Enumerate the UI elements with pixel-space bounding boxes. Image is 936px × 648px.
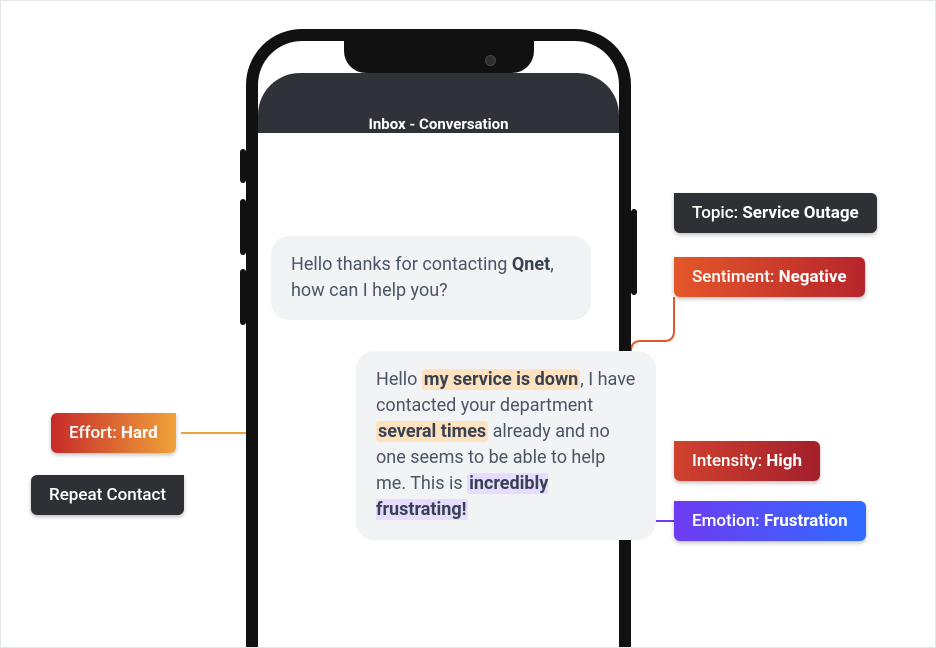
front-camera-icon [485, 55, 496, 66]
tag-effort-label: Effort: [69, 423, 121, 443]
tag-sentiment: Sentiment: Negative [674, 257, 865, 297]
tag-repeat-label: Repeat Contact [49, 485, 166, 505]
tag-intensity-value: High [766, 451, 802, 471]
tag-effort: Effort: Hard [51, 413, 176, 453]
customer-message-bubble: Hello my service is down, I have contact… [356, 351, 656, 540]
tag-repeat-contact: Repeat Contact [31, 475, 184, 515]
phone-frame: Inbox - Conversation [246, 29, 631, 648]
tag-emotion-value: Frustration [764, 511, 848, 531]
volume-down-button-icon [240, 269, 246, 325]
diagram-stage: Inbox - Conversation Hello thanks for co… [0, 0, 936, 648]
screen-title: Inbox - Conversation [369, 115, 509, 133]
tag-topic-label: Topic: [692, 203, 742, 223]
tag-sentiment-label: Sentiment: [692, 267, 779, 287]
tag-intensity-label: Intensity: [692, 451, 766, 471]
tag-sentiment-value: Negative [779, 267, 847, 287]
highlight-service-down: my service is down [422, 369, 580, 390]
agent-text-pre: Hello thanks for contacting [291, 254, 512, 275]
volume-up-button-icon [240, 199, 246, 255]
tag-topic: Topic: Service Outage [674, 193, 877, 233]
power-button-icon [631, 209, 637, 295]
highlight-several-times: several times [376, 421, 488, 442]
tag-emotion: Emotion: Frustration [674, 501, 866, 541]
tag-intensity: Intensity: High [674, 441, 820, 481]
agent-message-bubble: Hello thanks for contacting Qnet, how ca… [271, 236, 591, 320]
tag-effort-value: Hard [121, 423, 158, 443]
tag-emotion-label: Emotion: [692, 511, 764, 531]
notch-icon [344, 41, 534, 73]
cust-p1: Hello [376, 369, 422, 390]
agent-text-brand: Qnet [512, 254, 550, 275]
mute-switch-icon [240, 149, 246, 183]
tag-topic-value: Service Outage [742, 203, 858, 223]
